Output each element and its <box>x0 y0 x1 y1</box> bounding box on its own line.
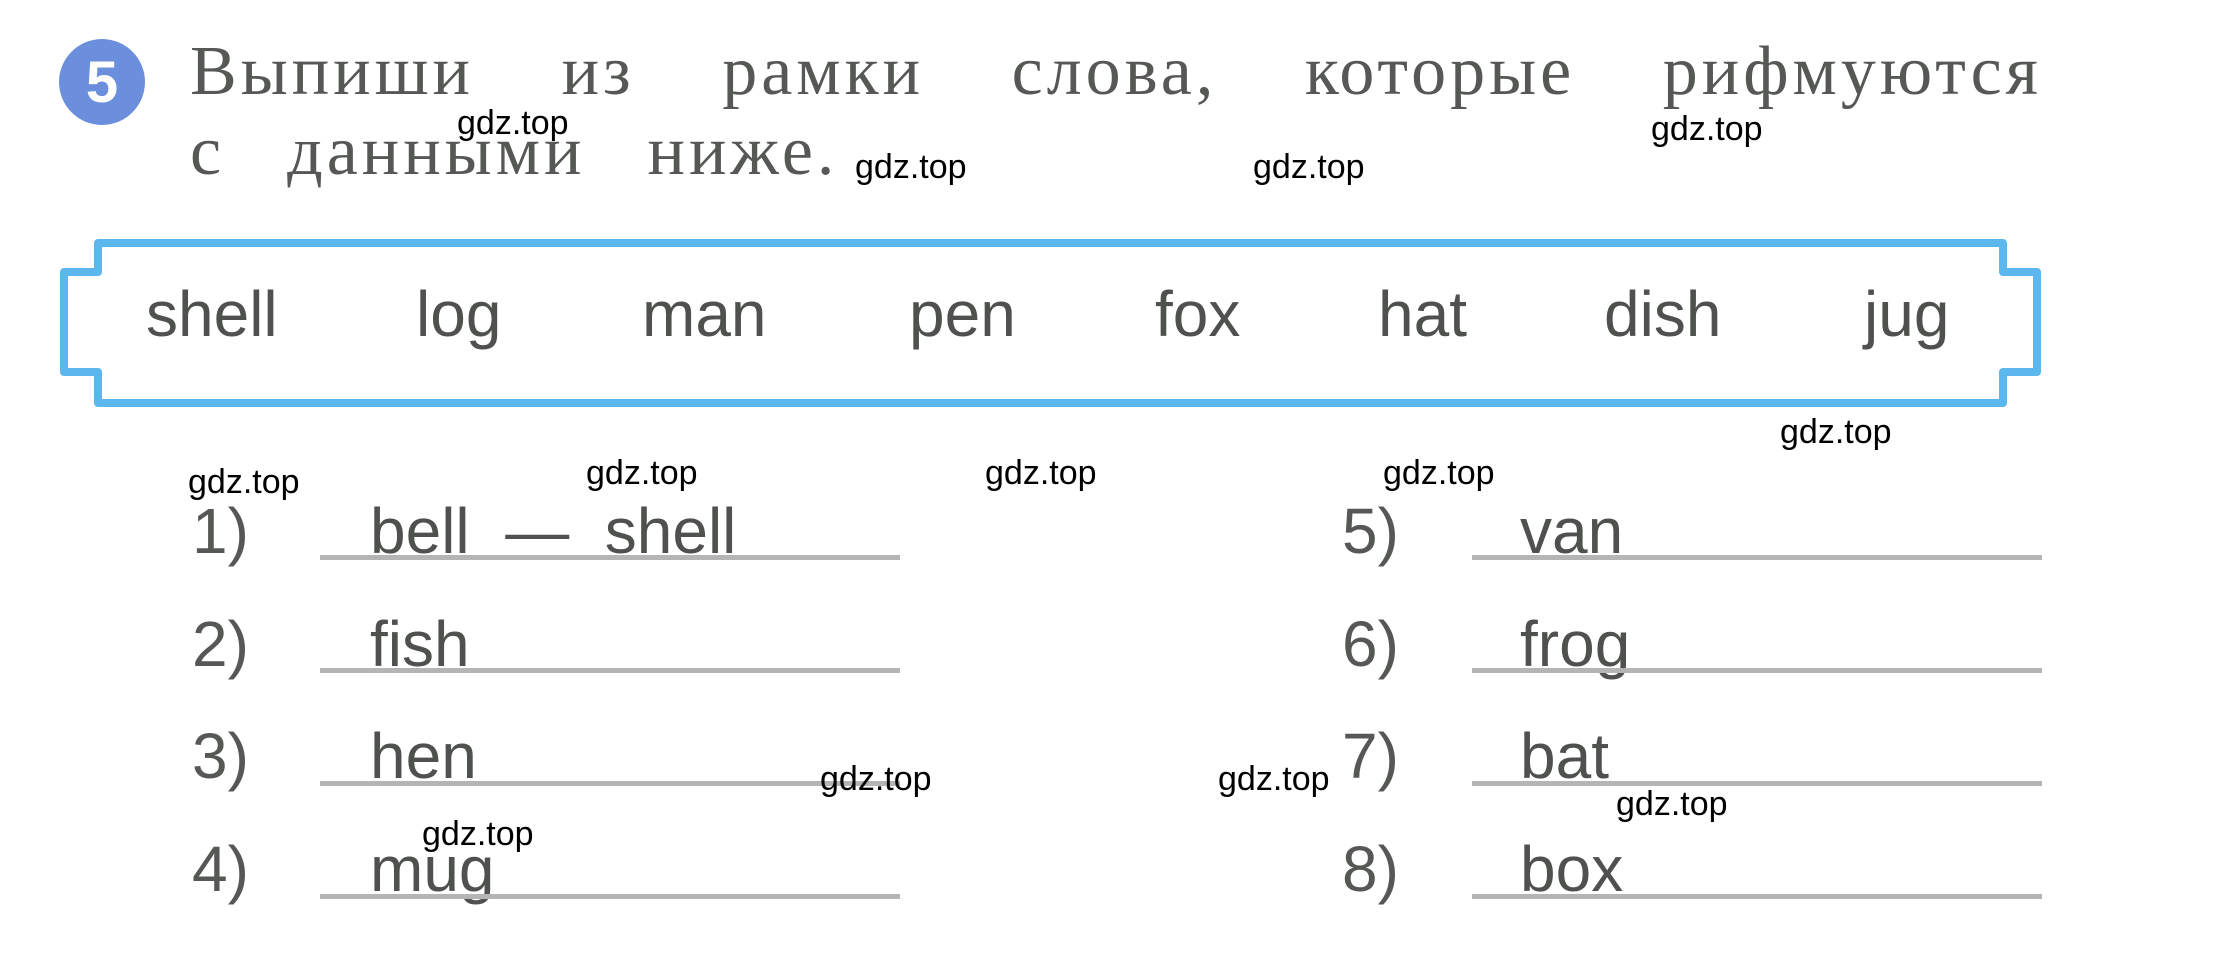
watermark: gdz.top <box>188 463 300 501</box>
answer-line[interactable] <box>1472 781 2042 786</box>
watermark: gdz.top <box>820 760 932 798</box>
watermark: gdz.top <box>1616 785 1728 823</box>
watermark: gdz.top <box>586 454 698 492</box>
watermark: gdz.top <box>1253 148 1365 186</box>
watermark: gdz.top <box>1218 760 1330 798</box>
box-word: pen <box>909 278 1016 350</box>
item-label: 2) <box>192 608 249 680</box>
box-word: hat <box>1378 278 1467 350</box>
watermark: gdz.top <box>1651 110 1763 148</box>
answer-line[interactable] <box>320 781 900 786</box>
item-label: 3) <box>192 720 249 792</box>
box-word: fox <box>1155 278 1241 350</box>
watermark: gdz.top <box>985 454 1097 492</box>
box-word: man <box>642 278 767 350</box>
item-label: 7) <box>1342 720 1399 792</box>
box-word: shell <box>146 278 278 350</box>
box-word: log <box>416 278 502 350</box>
answer-line[interactable] <box>1472 668 2042 673</box>
box-word: dish <box>1604 278 1722 350</box>
item-label: 8) <box>1342 833 1399 905</box>
answer-line[interactable] <box>1472 555 2042 560</box>
answer-line[interactable] <box>1472 894 2042 899</box>
answer-line[interactable] <box>320 668 900 673</box>
watermark: gdz.top <box>1383 454 1495 492</box>
watermark: gdz.top <box>855 148 967 186</box>
item-label: 5) <box>1342 495 1399 567</box>
item-label: 4) <box>192 833 249 905</box>
item-label: 6) <box>1342 608 1399 680</box>
word-box: shell log man pen fox hat dish jug <box>0 277 2218 367</box>
watermark: gdz.top <box>1780 413 1892 451</box>
watermark: gdz.top <box>457 104 569 142</box>
word-box-frame <box>60 239 2041 407</box>
box-word: jug <box>1864 278 1950 350</box>
item-label: 1) <box>192 495 249 567</box>
answer-line[interactable] <box>320 894 900 899</box>
watermark: gdz.top <box>422 815 534 853</box>
answer-line[interactable] <box>320 555 900 560</box>
